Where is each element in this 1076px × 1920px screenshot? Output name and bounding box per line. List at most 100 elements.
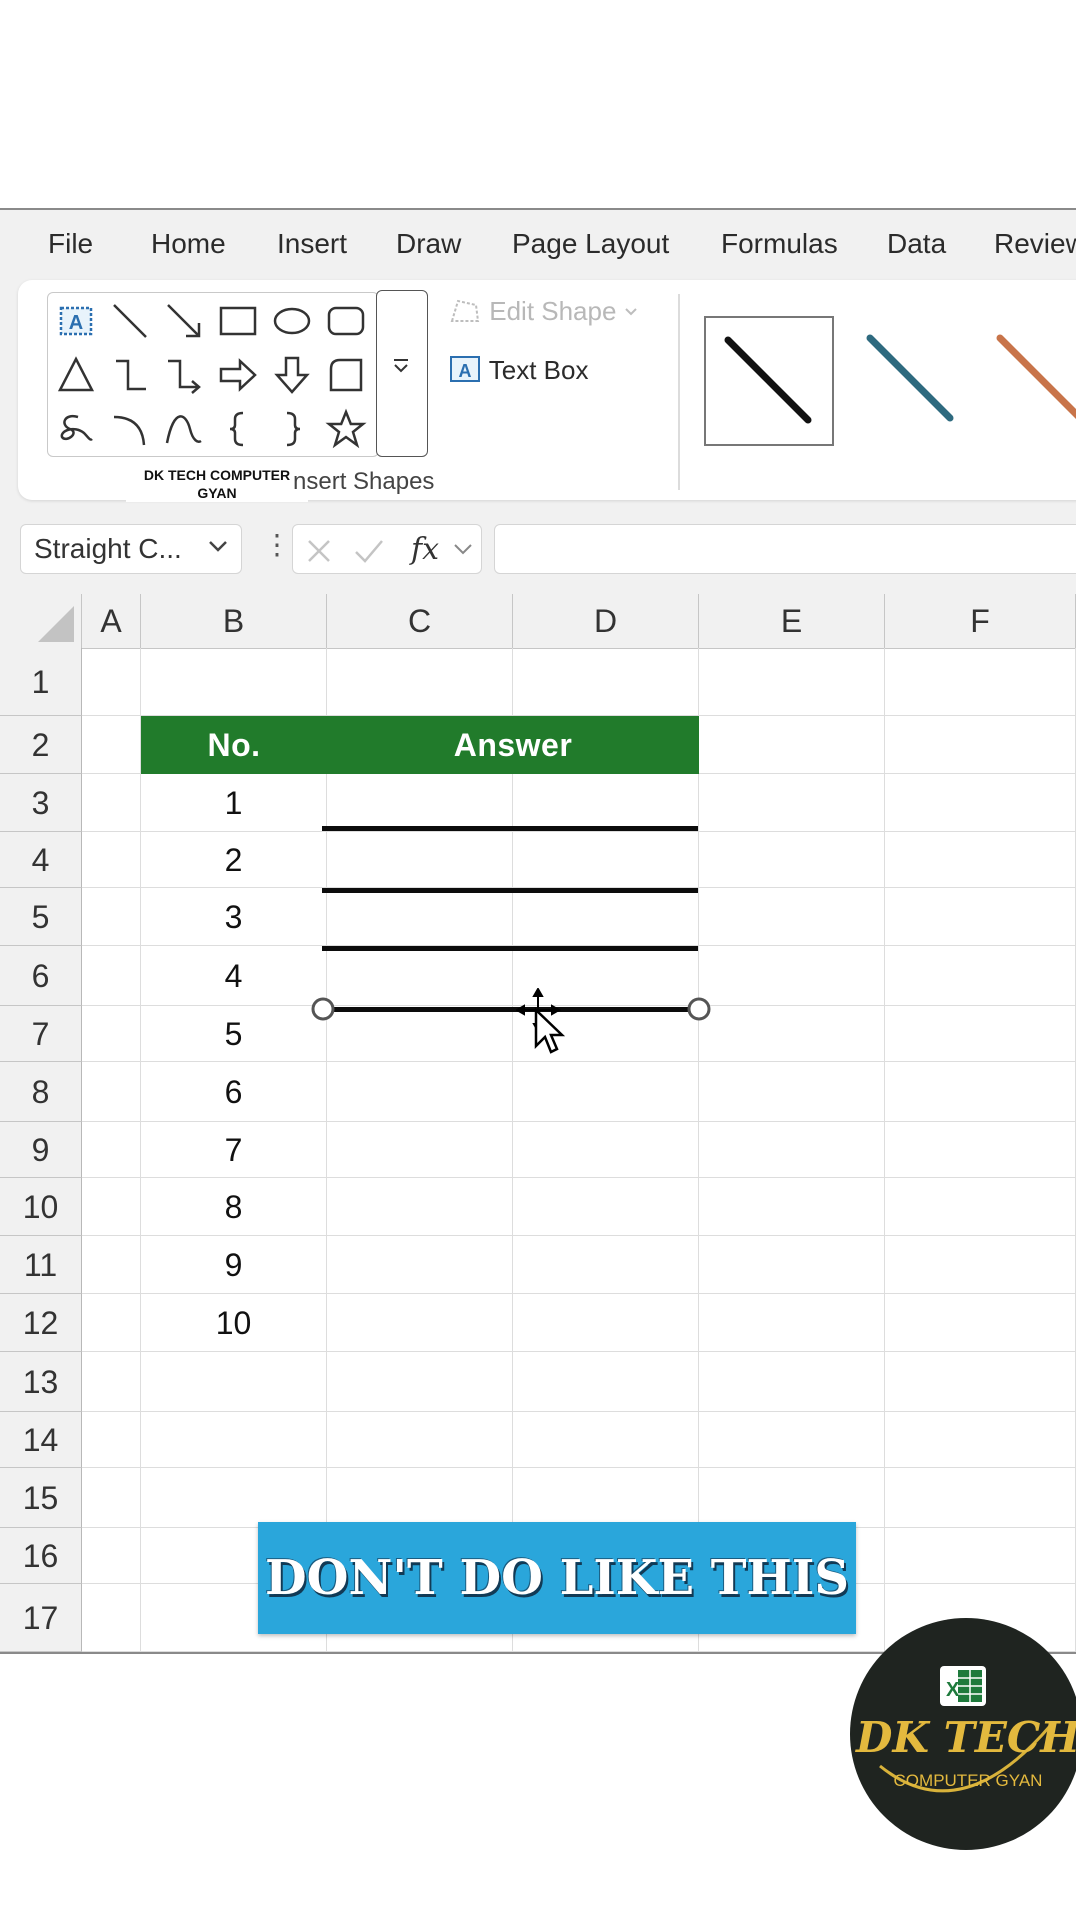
column-header-c[interactable]: C <box>327 594 513 648</box>
cell-b5[interactable]: 3 <box>141 888 327 946</box>
cell-d3[interactable] <box>513 774 699 832</box>
cell-b6[interactable]: 4 <box>141 946 327 1006</box>
confirm-check-icon[interactable] <box>353 537 385 565</box>
cell-d11[interactable] <box>513 1236 699 1294</box>
cell-e2[interactable] <box>699 716 885 774</box>
cell-e10[interactable] <box>699 1178 885 1236</box>
cell-b9[interactable]: 7 <box>141 1122 327 1178</box>
elbow-connector-icon[interactable] <box>108 353 152 397</box>
cell-f2[interactable] <box>885 716 1076 774</box>
cell-d13[interactable] <box>513 1352 699 1412</box>
cell-c5[interactable] <box>327 888 513 946</box>
cell-c4[interactable] <box>327 832 513 888</box>
cell-a13[interactable] <box>82 1352 141 1412</box>
cell-f5[interactable] <box>885 888 1076 946</box>
cell-c7[interactable] <box>327 1006 513 1062</box>
cell-a4[interactable] <box>82 832 141 888</box>
cell-a6[interactable] <box>82 946 141 1006</box>
tab-file[interactable]: File <box>48 228 93 260</box>
cell-b3[interactable]: 1 <box>141 774 327 832</box>
rectangle-icon[interactable] <box>216 299 260 343</box>
cell-a15[interactable] <box>82 1468 141 1528</box>
tab-draw[interactable]: Draw <box>396 228 461 260</box>
column-header-b[interactable]: B <box>141 594 327 648</box>
cell-d8[interactable] <box>513 1062 699 1122</box>
cell-b11[interactable]: 9 <box>141 1236 327 1294</box>
shape-style-teal[interactable] <box>848 316 974 442</box>
cell-c14[interactable] <box>327 1412 513 1468</box>
text-box-icon[interactable]: A <box>54 299 98 343</box>
cell-f9[interactable] <box>885 1122 1076 1178</box>
cell-c9[interactable] <box>327 1122 513 1178</box>
tab-review[interactable]: Review <box>994 228 1076 260</box>
cell-a9[interactable] <box>82 1122 141 1178</box>
cell-e11[interactable] <box>699 1236 885 1294</box>
cell-e13[interactable] <box>699 1352 885 1412</box>
cell-c12[interactable] <box>327 1294 513 1352</box>
cell-b15[interactable] <box>141 1468 327 1528</box>
cell-e14[interactable] <box>699 1412 885 1468</box>
row-header-1[interactable]: 1 <box>0 648 82 716</box>
name-box[interactable]: Straight C... <box>20 524 242 574</box>
row-header-16[interactable]: 16 <box>0 1528 82 1584</box>
cell-f12[interactable] <box>885 1294 1076 1352</box>
tab-page-layout[interactable]: Page Layout <box>512 228 669 260</box>
cell-d9[interactable] <box>513 1122 699 1178</box>
row-header-2[interactable]: 2 <box>0 716 82 774</box>
shape-style-orange[interactable] <box>978 316 1076 442</box>
cell-d5[interactable] <box>513 888 699 946</box>
left-brace-icon[interactable] <box>216 407 260 451</box>
answer-line-1[interactable] <box>322 826 698 831</box>
cell-b8[interactable]: 6 <box>141 1062 327 1122</box>
row-header-15[interactable]: 15 <box>0 1468 82 1528</box>
freeform-scribble-icon[interactable] <box>54 407 98 451</box>
cell-f16[interactable] <box>885 1528 1076 1584</box>
cell-f6[interactable] <box>885 946 1076 1006</box>
row-header-13[interactable]: 13 <box>0 1352 82 1412</box>
cell-f8[interactable] <box>885 1062 1076 1122</box>
answer-line-2[interactable] <box>322 888 698 893</box>
cell-c11[interactable] <box>327 1236 513 1294</box>
column-header-e[interactable]: E <box>699 594 885 648</box>
star-icon[interactable] <box>324 407 368 451</box>
snip-rectangle-icon[interactable] <box>324 353 368 397</box>
resize-handle-left[interactable] <box>310 996 336 1022</box>
cell-a1[interactable] <box>82 648 141 716</box>
more-options-icon[interactable]: ⋮ <box>263 528 291 561</box>
cell-b10[interactable]: 8 <box>141 1178 327 1236</box>
right-arrow-icon[interactable] <box>216 353 260 397</box>
cell-d12[interactable] <box>513 1294 699 1352</box>
cell-c8[interactable] <box>327 1062 513 1122</box>
cell-f15[interactable] <box>885 1468 1076 1528</box>
elbow-arrow-connector-icon[interactable] <box>162 353 206 397</box>
cell-e4[interactable] <box>699 832 885 888</box>
cell-c6[interactable] <box>327 946 513 1006</box>
cell-a12[interactable] <box>82 1294 141 1352</box>
text-box-button[interactable]: A Text Box <box>448 354 588 386</box>
down-arrow-icon[interactable] <box>270 353 314 397</box>
cell-f14[interactable] <box>885 1412 1076 1468</box>
right-brace-icon[interactable] <box>270 407 314 451</box>
row-header-12[interactable]: 12 <box>0 1294 82 1352</box>
cancel-icon[interactable] <box>305 537 333 565</box>
cell-a5[interactable] <box>82 888 141 946</box>
tab-insert[interactable]: Insert <box>277 228 347 260</box>
cell-d14[interactable] <box>513 1412 699 1468</box>
triangle-icon[interactable] <box>54 353 98 397</box>
cell-d10[interactable] <box>513 1178 699 1236</box>
answer-line-selected[interactable] <box>322 1007 698 1012</box>
cell-e7[interactable] <box>699 1006 885 1062</box>
cell-b7[interactable]: 5 <box>141 1006 327 1062</box>
row-header-3[interactable]: 3 <box>0 774 82 832</box>
header-cell-no[interactable]: No. <box>141 716 327 774</box>
row-header-7[interactable]: 7 <box>0 1006 82 1062</box>
cell-e6[interactable] <box>699 946 885 1006</box>
cell-e9[interactable] <box>699 1122 885 1178</box>
select-all-button[interactable] <box>0 594 82 648</box>
column-header-a[interactable]: A <box>82 594 141 648</box>
row-header-10[interactable]: 10 <box>0 1178 82 1236</box>
row-header-17[interactable]: 17 <box>0 1584 82 1652</box>
answer-line-3[interactable] <box>322 946 698 951</box>
shape-style-black[interactable] <box>704 316 834 446</box>
cell-c13[interactable] <box>327 1352 513 1412</box>
